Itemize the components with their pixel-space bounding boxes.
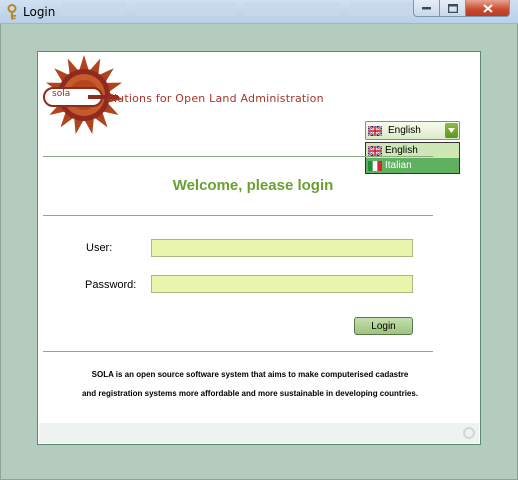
chevron-down-icon xyxy=(448,128,455,133)
language-selected: English xyxy=(388,125,421,136)
password-label: Password: xyxy=(85,279,137,291)
background-tab xyxy=(350,2,420,16)
language-option-italian[interactable]: Italian xyxy=(366,158,459,173)
minimize-button[interactable] xyxy=(413,0,440,17)
uk-flag-icon xyxy=(368,145,382,156)
logo-letters: sola xyxy=(52,89,70,99)
divider xyxy=(43,156,433,157)
user-input[interactable] xyxy=(151,239,413,257)
italy-flag-icon xyxy=(368,160,382,171)
login-button[interactable]: Login xyxy=(354,317,413,335)
maximize-button[interactable] xyxy=(440,0,466,17)
divider xyxy=(43,215,433,216)
window-title: Login xyxy=(23,5,56,19)
close-button[interactable] xyxy=(466,0,510,17)
logo-tagline: olutions for Open Land Administration xyxy=(107,92,324,105)
about-line-2: and registration systems more affordable… xyxy=(81,389,419,398)
user-label: User: xyxy=(86,242,113,254)
minimize-icon xyxy=(422,7,431,10)
about-text: SOLA is an open source software system t… xyxy=(50,365,450,403)
key-icon xyxy=(7,4,17,20)
dropdown-arrow-button[interactable] xyxy=(445,123,458,138)
title-bar[interactable]: Login xyxy=(0,0,518,24)
password-input[interactable] xyxy=(151,275,413,293)
window-controls xyxy=(413,0,510,18)
language-select[interactable]: English xyxy=(365,121,460,140)
language-options-list: English Italian xyxy=(365,142,460,174)
close-icon xyxy=(482,3,493,13)
status-bar xyxy=(39,423,479,443)
background-tab xyxy=(62,2,126,16)
resize-grip-icon[interactable] xyxy=(463,427,475,439)
background-tab xyxy=(244,2,340,16)
background-tab xyxy=(136,2,236,16)
welcome-heading: Welcome, please login xyxy=(172,177,334,194)
language-option-label: Italian xyxy=(385,160,412,171)
divider xyxy=(43,351,433,352)
about-line-1: SOLA is an open source software system t… xyxy=(91,370,409,379)
uk-flag-icon xyxy=(368,125,382,136)
maximize-icon xyxy=(447,3,458,13)
language-option-label: English xyxy=(385,145,418,156)
